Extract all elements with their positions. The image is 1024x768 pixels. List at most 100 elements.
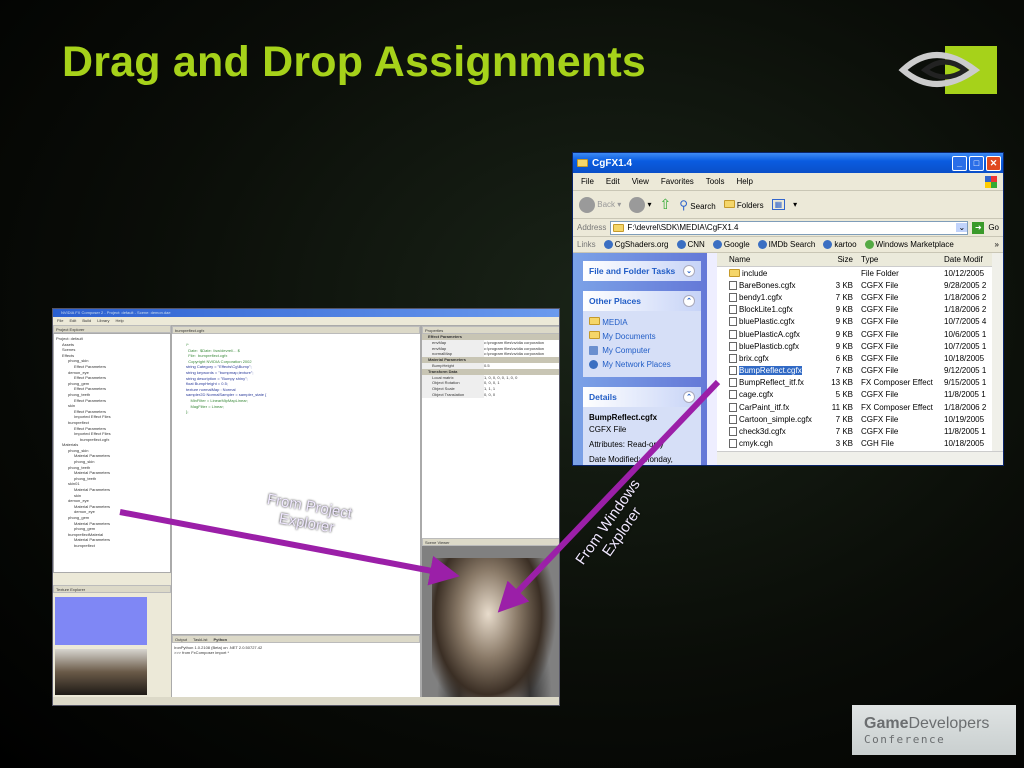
file-name: bluePlasticb.cgfx bbox=[739, 341, 800, 351]
file-row[interactable]: CarPaint_itf.fx 11 KB FX Composer Effect 1/… bbox=[717, 401, 1003, 413]
file-icon bbox=[729, 366, 737, 376]
tab-python[interactable]: Python bbox=[213, 636, 227, 642]
minimize-button[interactable]: _ bbox=[952, 155, 967, 171]
menu-tools[interactable]: Tools bbox=[706, 177, 725, 186]
file-name: include bbox=[742, 268, 768, 278]
file-folder-tasks-panel[interactable]: File and Folder Tasks ⌄ bbox=[583, 261, 701, 281]
file-row[interactable]: cage.cgfx 5 KB CGFX File 11/8/2005 1 bbox=[717, 389, 1003, 401]
file-name: BareBones.cgfx bbox=[739, 280, 796, 290]
column-type[interactable]: Type bbox=[859, 255, 944, 264]
folder-icon bbox=[729, 269, 740, 278]
link-google[interactable]: Google bbox=[712, 240, 750, 250]
horizontal-scrollbar[interactable] bbox=[717, 451, 1003, 465]
menu-help[interactable]: Help bbox=[736, 177, 752, 186]
go-button[interactable]: Go bbox=[988, 223, 1003, 232]
folders-button[interactable]: Folders bbox=[723, 199, 764, 210]
file-icon bbox=[729, 439, 737, 449]
file-row[interactable]: BumpReflect.cgfx 7 KB CGFX File 9/12/2005 1 bbox=[717, 365, 1003, 377]
views-button[interactable]: ▦ bbox=[771, 199, 786, 210]
ie-icon bbox=[603, 240, 613, 250]
column-name[interactable]: Name bbox=[717, 255, 817, 264]
address-input[interactable]: F:\devrel\SDK\MEDIA\CgFX1.4 ⌄ bbox=[610, 220, 969, 235]
link-kartoo[interactable]: kartoo bbox=[823, 240, 857, 250]
place-my-network[interactable]: My Network Places bbox=[589, 358, 695, 372]
property-grid[interactable]: Effect Parameters envMap c:\program files\… bbox=[422, 334, 559, 398]
place-my-computer[interactable]: My Computer bbox=[589, 344, 695, 358]
file-type: CGFX File bbox=[861, 390, 899, 400]
link-windows-marketplace[interactable]: Windows Marketplace bbox=[864, 240, 954, 250]
links-overflow-chevron-icon[interactable]: » bbox=[995, 240, 1003, 249]
texture-thumbnail-normal[interactable] bbox=[55, 597, 147, 645]
fx-menu-build[interactable]: Build bbox=[82, 317, 91, 325]
collapse-chevron-icon[interactable]: ⌃ bbox=[683, 295, 695, 307]
properties-panel: Properties Effect Parameters envMap c:\pro… bbox=[421, 325, 559, 699]
property-row[interactable]: Object Translation 0, 0, 0 bbox=[422, 391, 559, 398]
menu-favorites[interactable]: Favorites bbox=[661, 177, 694, 186]
file-row[interactable]: brix.cgfx 6 KB CGFX File 10/18/2005 bbox=[717, 352, 1003, 364]
file-row[interactable]: bluePlastic.cgfx 9 KB CGFX File 10/7/2005 4 bbox=[717, 316, 1003, 328]
folder-icon bbox=[589, 317, 600, 325]
fx-menu-library[interactable]: Library bbox=[97, 317, 109, 325]
link-cgshaders[interactable]: CgShaders.org bbox=[603, 240, 669, 250]
texture-thumbnail-environment[interactable] bbox=[55, 649, 147, 695]
fx-menu-edit[interactable]: Edit bbox=[69, 317, 76, 325]
menu-edit[interactable]: Edit bbox=[606, 177, 620, 186]
file-icon bbox=[729, 280, 737, 290]
editor-tab[interactable]: bumpreflect.cgfx bbox=[172, 326, 420, 334]
menu-file[interactable]: File bbox=[581, 177, 594, 186]
file-row[interactable]: include File Folder 10/12/2005 bbox=[717, 267, 1003, 279]
file-size: 6 KB bbox=[835, 353, 853, 363]
file-name: BlockLite1.cgfx bbox=[739, 305, 793, 315]
close-button[interactable]: ✕ bbox=[986, 155, 1001, 171]
file-type: CGFX File bbox=[861, 427, 899, 437]
place-my-documents[interactable]: My Documents bbox=[589, 330, 695, 344]
scene-viewer[interactable]: Scene Viewer bbox=[422, 538, 559, 698]
demon-model-render bbox=[432, 558, 557, 698]
go-arrow-icon[interactable]: ➜ bbox=[972, 221, 985, 234]
code-editor[interactable]: /* Date: $Date: //sw/devrel/... $ File: … bbox=[186, 342, 414, 627]
fx-menu-help[interactable]: Help bbox=[116, 317, 124, 325]
ie-icon bbox=[757, 240, 767, 250]
maximize-button[interactable]: □ bbox=[969, 155, 984, 171]
file-row[interactable]: BareBones.cgfx 3 KB CGFX File 9/28/2005 2 bbox=[717, 279, 1003, 291]
file-row[interactable]: cmyk.cgh 3 KB CGH File 10/18/2005 bbox=[717, 438, 1003, 450]
collapse-chevron-icon[interactable]: ⌃ bbox=[683, 391, 695, 403]
fx-menu-bar: File Edit Build Library Help bbox=[53, 317, 559, 325]
file-row[interactable]: check3d.cgfx 7 KB CGFX File 11/8/2005 1 bbox=[717, 425, 1003, 437]
file-size: 7 KB bbox=[835, 292, 853, 302]
ie-icon bbox=[823, 240, 833, 250]
ie-icon bbox=[676, 240, 686, 250]
file-type: CGFX File bbox=[861, 414, 899, 424]
search-button[interactable]: ⚲ Search bbox=[679, 198, 715, 212]
place-media[interactable]: MEDIA bbox=[589, 316, 695, 330]
file-row[interactable]: bluePlasticb.cgfx 9 KB CGFX File 10/7/2005 … bbox=[717, 340, 1003, 352]
file-row[interactable]: BlockLite1.cgfx 9 KB CGFX File 1/18/2006 2 bbox=[717, 304, 1003, 316]
file-row[interactable]: bendy1.cgfx 7 KB CGFX File 1/18/2006 2 bbox=[717, 291, 1003, 303]
tab-output[interactable]: Output bbox=[175, 636, 187, 642]
file-row[interactable]: Cartoon_simple.cgfx 7 KB CGFX File 10/19/20… bbox=[717, 413, 1003, 425]
link-cnn[interactable]: CNN bbox=[676, 240, 705, 250]
file-name: Cartoon_simple.cgfx bbox=[739, 414, 812, 424]
fx-menu-file[interactable]: File bbox=[57, 317, 63, 325]
expand-chevron-icon[interactable]: ⌄ bbox=[683, 265, 695, 277]
tab-tasklist[interactable]: TaskList bbox=[193, 636, 207, 642]
task-pane-scrollbar[interactable] bbox=[707, 253, 717, 465]
vertical-scrollbar[interactable] bbox=[992, 253, 1003, 451]
column-size[interactable]: Size bbox=[817, 255, 859, 264]
scene-viewer-header: Scene Viewer bbox=[422, 538, 559, 546]
project-tree[interactable]: Project: default Assets Scenes Effects phong… bbox=[53, 333, 171, 573]
file-size: 7 KB bbox=[835, 427, 853, 437]
up-folder-icon[interactable]: ⇧ bbox=[660, 196, 672, 213]
file-row[interactable]: bluePlasticA.cgfx 9 KB CGFX File 10/6/2005 … bbox=[717, 328, 1003, 340]
file-size: 5 KB bbox=[835, 390, 853, 400]
tree-item[interactable]: bumpreflect bbox=[56, 543, 168, 549]
other-places-panel: Other Places ⌃ MEDIA My Documents My Comp… bbox=[583, 291, 701, 377]
link-imdb[interactable]: IMDb Search bbox=[757, 240, 815, 250]
back-button[interactable]: Back ▾ bbox=[579, 196, 621, 213]
file-size: 13 KB bbox=[831, 378, 853, 388]
file-size: 11 KB bbox=[831, 402, 853, 412]
forward-button[interactable]: ▾ bbox=[629, 196, 652, 213]
address-dropdown[interactable]: ⌄ bbox=[956, 223, 968, 232]
file-row[interactable]: BumpReflect_itf.fx 13 KB FX Composer Effec… bbox=[717, 377, 1003, 389]
menu-view[interactable]: View bbox=[632, 177, 649, 186]
